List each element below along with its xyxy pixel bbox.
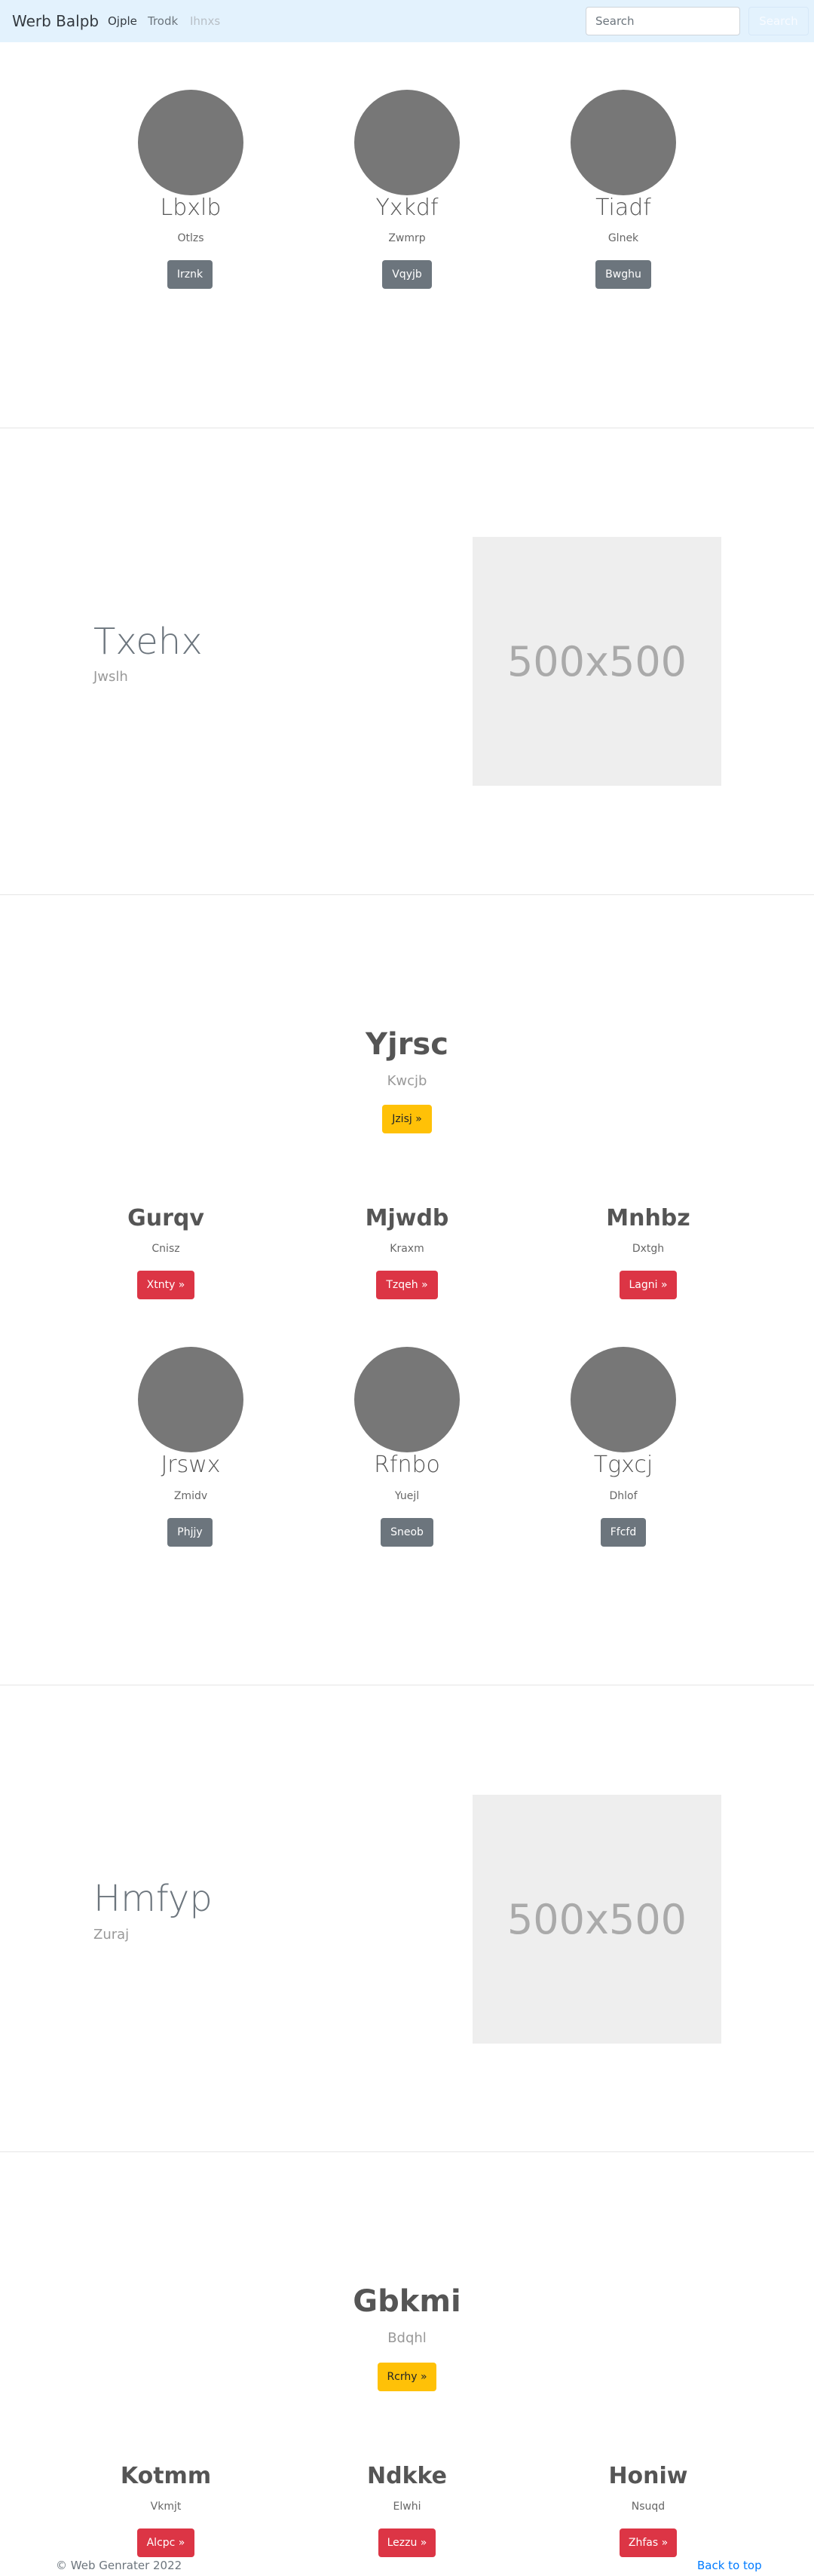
featurette-subtitle: Jwslh [93, 669, 128, 685]
avatar [571, 90, 676, 195]
card-name: Jrswx [161, 1452, 221, 1478]
placeholder-image: 500x500 [473, 537, 721, 786]
card-name: Rfnbo [374, 1452, 440, 1478]
navbar: Werb Balpb Ojple Trodk Ihnxs Search [0, 0, 814, 42]
avatar [354, 90, 460, 195]
column-button[interactable]: Lagni » [620, 1271, 677, 1299]
image-label: 500x500 [506, 637, 687, 685]
column-button[interactable]: Zhfas » [620, 2528, 677, 2557]
divider [0, 894, 814, 895]
card-name: Yxkdf [375, 195, 439, 221]
column-title: Kotmm [120, 2463, 212, 2489]
nav-link-1[interactable]: Ojple [108, 14, 137, 28]
column-subtitle: Vkmjt [150, 2501, 182, 2513]
column-subtitle: Elwhi [393, 2501, 421, 2513]
hero-button[interactable]: Rcrhy » [378, 2363, 436, 2391]
card-button[interactable]: Vqyjb [382, 260, 432, 289]
column-title: Gurqv [127, 1205, 204, 1231]
image-label: 500x500 [506, 1895, 687, 1943]
column-subtitle: Kraxm [390, 1243, 424, 1255]
avatar [571, 1347, 676, 1452]
featurette-title: Txehx [93, 621, 203, 663]
column-button[interactable]: Alcpc » [137, 2528, 194, 2557]
column-title: Mjwdb [365, 1205, 449, 1231]
card-name: Tgxcj [593, 1452, 653, 1478]
column-button[interactable]: Xtnty » [137, 1271, 194, 1299]
card-subtitle: Otlzs [177, 232, 204, 244]
hero-subtitle: Kwcjb [387, 1073, 427, 1089]
hero-title: Yjrsc [366, 1027, 448, 1062]
divider [0, 2151, 814, 2152]
card-button[interactable]: Bwghu [595, 260, 651, 289]
search-button[interactable]: Search [748, 7, 809, 35]
column-subtitle: Dxtgh [632, 1243, 665, 1255]
card-subtitle: Zmidv [173, 1490, 208, 1502]
column-subtitle: Nsuqd [631, 2501, 666, 2513]
card-button[interactable]: Phjjy [167, 1518, 213, 1547]
hero-button[interactable]: Jzisj » [382, 1105, 432, 1133]
column-button[interactable]: Lezzu » [378, 2528, 436, 2557]
card-subtitle: Dhlof [609, 1490, 638, 1502]
featurette-subtitle: Zuraj [93, 1927, 130, 1943]
column-title: Honiw [608, 2463, 688, 2489]
avatar [138, 1347, 243, 1452]
avatar [354, 1347, 460, 1452]
footer-copyright: © Web Genrater 2022 [56, 2559, 182, 2572]
column-button[interactable]: Tzqeh » [376, 1271, 438, 1299]
card-button[interactable]: Irznk [167, 260, 213, 289]
card-button[interactable]: Ffcfd [601, 1518, 646, 1547]
card-subtitle: Glnek [607, 232, 639, 244]
back-to-top-link[interactable]: Back to top [697, 2559, 762, 2572]
search-input[interactable] [586, 7, 740, 35]
navbar-brand[interactable]: Werb Balpb [12, 12, 99, 30]
placeholder-image: 500x500 [473, 1795, 721, 2044]
hero-subtitle: Bdqhl [387, 2330, 427, 2346]
nav-link-3[interactable]: Ihnxs [190, 14, 220, 28]
card-button[interactable]: Sneob [381, 1518, 433, 1547]
column-title: Ndkke [366, 2463, 448, 2489]
card-name: Lbxlb [160, 195, 222, 221]
card-subtitle: Zwmrp [388, 232, 426, 244]
nav-link-2[interactable]: Trodk [148, 14, 178, 28]
avatar [138, 90, 243, 195]
card-subtitle: Yuejl [394, 1490, 420, 1502]
column-title: Mnhbz [606, 1205, 690, 1231]
column-subtitle: Cnisz [151, 1243, 180, 1255]
card-name: Tiadf [595, 195, 651, 221]
hero-title: Gbkmi [353, 2284, 461, 2319]
featurette-title: Hmfyp [93, 1878, 213, 1920]
